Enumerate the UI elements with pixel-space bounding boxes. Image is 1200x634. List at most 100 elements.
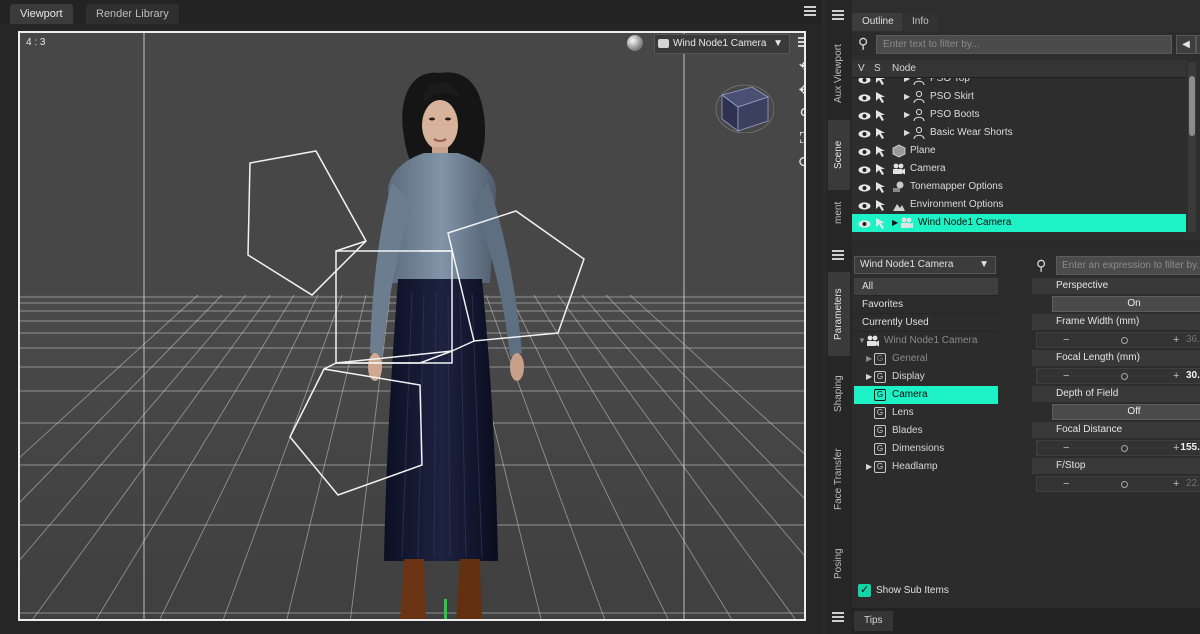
expand-arrow-icon[interactable]: ▶	[904, 78, 910, 88]
expand-arrow-icon[interactable]: ▶	[866, 350, 872, 368]
draw-style-sphere-icon[interactable]	[627, 35, 643, 51]
column-visible[interactable]: V	[858, 60, 865, 78]
select-arrow-icon[interactable]	[874, 198, 888, 212]
select-arrow-icon[interactable]	[874, 144, 888, 158]
focal-length-slider[interactable]: − + 30.00	[1036, 368, 1200, 384]
outline-filter-input[interactable]	[876, 35, 1172, 54]
tab-render-library[interactable]: Render Library	[86, 4, 179, 24]
slider-knob[interactable]	[1121, 337, 1128, 344]
filter-prev-button[interactable]: ◀	[1176, 35, 1196, 54]
select-arrow-icon[interactable]	[874, 180, 888, 194]
param-group-item[interactable]: Currently Used	[854, 314, 998, 332]
visibility-eye-icon[interactable]	[858, 146, 871, 156]
tips-pane-menu-icon[interactable]	[832, 612, 844, 622]
outline-node-row[interactable]: Camera	[852, 160, 1186, 178]
node-select-dropdown[interactable]: Wind Node1 Camera ▼	[854, 256, 996, 274]
3d-viewport[interactable]: 4 : 3 Wind Node1 Camera ▼ ⟲ ✥ ⚲ ⛶ ⟳	[18, 31, 806, 621]
fstop-value[interactable]: 22.00	[1186, 477, 1200, 491]
increment-icon[interactable]: +	[1173, 369, 1179, 383]
increment-icon[interactable]: +	[1173, 333, 1179, 347]
param-tree-item[interactable]: ▶ G General	[854, 350, 998, 368]
outline-scrollbar[interactable]	[1188, 62, 1196, 232]
param-group-item[interactable]: All	[854, 278, 998, 296]
visibility-eye-icon[interactable]	[858, 78, 871, 84]
tab-info[interactable]: Info	[902, 13, 939, 31]
visibility-eye-icon[interactable]	[858, 218, 871, 228]
params-pane-menu-icon[interactable]	[832, 250, 844, 260]
expand-arrow-icon[interactable]: ▶	[904, 88, 910, 106]
param-group-item[interactable]: Favorites	[854, 296, 998, 314]
tab-face-transfer[interactable]: Face Transfer	[828, 432, 850, 526]
visibility-eye-icon[interactable]	[858, 128, 871, 138]
increment-icon[interactable]: +	[1173, 441, 1179, 455]
decrement-icon[interactable]: −	[1063, 477, 1069, 491]
outline-scrollbar-thumb[interactable]	[1189, 76, 1195, 136]
visibility-eye-icon[interactable]	[858, 200, 871, 210]
param-tree-item[interactable]: G Blades	[854, 422, 998, 440]
param-tree-item[interactable]: G Camera	[854, 386, 998, 404]
increment-icon[interactable]: +	[1173, 477, 1179, 491]
expand-arrow-icon[interactable]: ▶	[866, 368, 872, 386]
param-tree-item[interactable]: ▶ G Headlamp	[854, 458, 998, 476]
param-tree-item[interactable]: G Lens	[854, 404, 998, 422]
select-arrow-icon[interactable]	[874, 90, 888, 104]
frame-icon[interactable]: ⛶	[794, 129, 804, 149]
slider-knob[interactable]	[1121, 373, 1128, 380]
outline-node-row[interactable]: ▶ PSO Top	[852, 78, 1186, 88]
param-tree-item[interactable]: G Dimensions	[854, 440, 998, 458]
slider-knob[interactable]	[1121, 445, 1128, 452]
column-node[interactable]: Node	[892, 60, 916, 78]
tab-outline[interactable]: Outline	[852, 13, 904, 31]
param-tree-item[interactable]: ▶ G Display	[854, 368, 998, 386]
outline-node-row[interactable]: ▶ Basic Wear Shorts	[852, 124, 1186, 142]
tab-shaping[interactable]: Shaping	[828, 362, 850, 426]
select-arrow-icon[interactable]	[874, 216, 888, 230]
scene-pane-menu-icon[interactable]	[832, 10, 844, 20]
focal-length-value[interactable]: 30.00	[1186, 369, 1200, 383]
param-tree-root[interactable]: ▼ Wind Node1 Camera	[854, 332, 998, 350]
view-cube-icon[interactable]	[712, 81, 774, 133]
filter-next-button[interactable]: ▶	[1196, 35, 1200, 54]
search-icon[interactable]: ⚲	[858, 35, 874, 51]
select-arrow-icon[interactable]	[874, 78, 888, 86]
pane-menu-icon[interactable]	[804, 6, 816, 18]
reset-view-icon[interactable]: ⟳	[794, 153, 804, 173]
expand-arrow-icon[interactable]: ▶	[904, 106, 910, 124]
pan-icon[interactable]: ✥	[794, 81, 804, 101]
slider-knob[interactable]	[1121, 481, 1128, 488]
select-arrow-icon[interactable]	[874, 126, 888, 140]
tab-viewport[interactable]: Viewport	[10, 4, 73, 24]
select-arrow-icon[interactable]	[874, 108, 888, 122]
outline-node-row[interactable]: ▶ PSO Boots	[852, 106, 1186, 124]
decrement-icon[interactable]: −	[1063, 333, 1069, 347]
outline-node-row[interactable]: Environment Options	[852, 196, 1186, 214]
visibility-eye-icon[interactable]	[858, 182, 871, 192]
expand-arrow-icon[interactable]: ▶	[866, 458, 872, 476]
outline-node-row[interactable]: ▶ PSO Skirt	[852, 88, 1186, 106]
focal-distance-slider[interactable]: − + 155.54	[1036, 440, 1200, 456]
camera-select-dropdown[interactable]: Wind Node1 Camera ▼	[654, 34, 790, 54]
outline-node-row[interactable]: Plane	[852, 142, 1186, 160]
visibility-eye-icon[interactable]	[858, 110, 871, 120]
collapse-arrow-icon[interactable]: ▼	[858, 332, 866, 350]
orbit-icon[interactable]: ⟲	[794, 57, 804, 77]
parameter-filter-input[interactable]	[1056, 256, 1200, 275]
viewport-menu-icon[interactable]	[798, 37, 804, 47]
search-icon[interactable]: ⚲	[1036, 256, 1052, 274]
visibility-eye-icon[interactable]	[858, 92, 871, 102]
tab-tips[interactable]: Tips	[854, 611, 893, 631]
fstop-slider[interactable]: − + 22.00	[1036, 476, 1200, 492]
expand-arrow-icon[interactable]: ▶	[904, 124, 910, 142]
expand-arrow-icon[interactable]: ▶	[892, 214, 898, 232]
frame-width-value[interactable]: 36.00	[1186, 333, 1200, 347]
visibility-eye-icon[interactable]	[858, 164, 871, 174]
frame-width-slider[interactable]: − + 36.00	[1036, 332, 1200, 348]
tab-aux-viewport[interactable]: Aux Viewport	[828, 34, 850, 114]
tab-scene[interactable]: Scene	[828, 120, 850, 190]
zoom-icon[interactable]: ⚲	[794, 105, 805, 125]
decrement-icon[interactable]: −	[1063, 441, 1069, 455]
focal-distance-value[interactable]: 155.54	[1180, 441, 1200, 455]
perspective-toggle[interactable]: On	[1052, 296, 1200, 312]
tab-parameters[interactable]: Parameters	[828, 272, 850, 356]
select-arrow-icon[interactable]	[874, 162, 888, 176]
